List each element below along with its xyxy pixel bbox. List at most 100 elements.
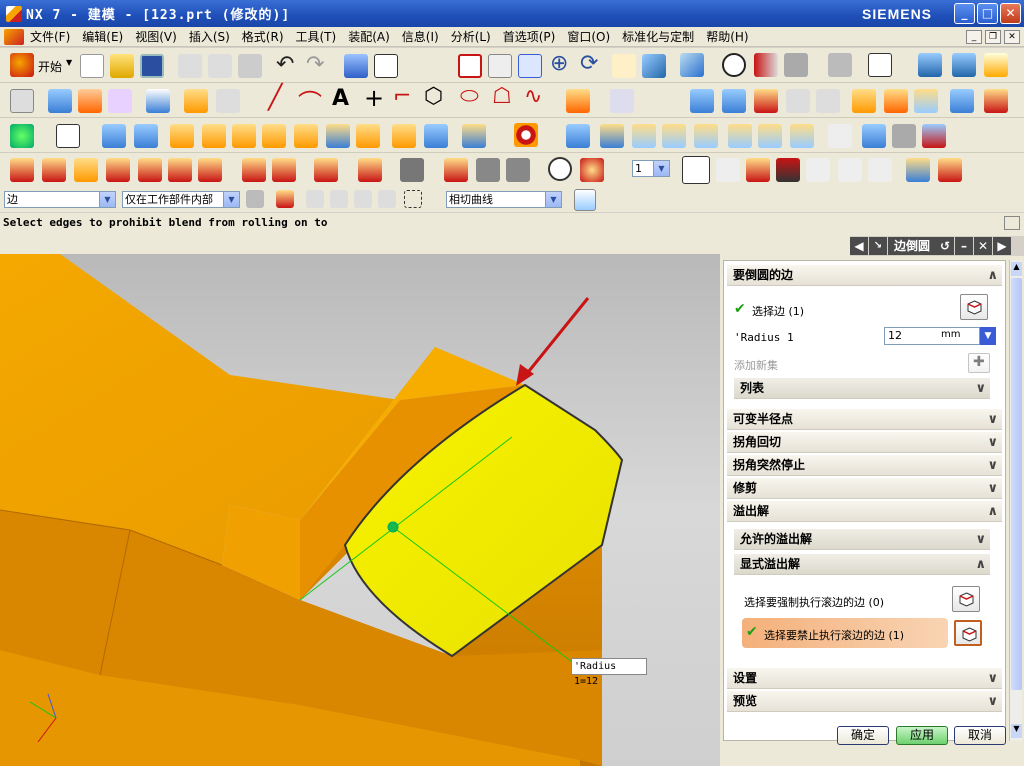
helix-icon[interactable] [566,89,590,113]
doc-close-button[interactable]: ✕ [1004,30,1020,44]
new-component-icon[interactable] [42,158,66,182]
instance-icon[interactable] [462,124,486,148]
subtract-icon[interactable] [272,158,296,182]
dialog-scrollbar[interactable]: ▲ ▼ [1009,260,1022,741]
ruler-icon[interactable] [906,158,930,182]
midpoint-icon[interactable] [330,190,348,208]
cone-icon[interactable] [138,158,162,182]
select-filter-icon[interactable] [868,158,892,182]
explicit-overflow-subsection[interactable]: 显式溢出解 ∧ [734,554,990,575]
doc-restore-button[interactable]: ❐ [985,30,1001,44]
stop-at-intersection-icon[interactable] [574,189,596,211]
prohibit-roll-select-button[interactable] [954,620,982,646]
pattern-icon[interactable] [216,89,240,113]
wave-icon[interactable] [922,124,946,148]
add-component-icon[interactable] [10,158,34,182]
unite-icon[interactable] [242,158,266,182]
resize-blend-icon[interactable] [728,124,752,148]
section-preview[interactable]: 预览 ∨ [727,691,1002,712]
rotate-icon[interactable]: ⟳ [580,51,598,76]
point-snap-icon[interactable] [276,190,294,208]
text-icon[interactable]: A [332,86,349,111]
intersect-icon[interactable] [314,158,338,182]
wcs-dynamic-icon[interactable] [776,158,800,182]
section-corner-setback[interactable]: 拐角回切 ∨ [727,432,1002,453]
start-dropdown-icon[interactable]: ▼ [66,58,72,67]
undo-icon[interactable]: ↶ [276,52,294,77]
dash-icon[interactable]: – [955,237,974,255]
law-curve-icon[interactable] [610,89,634,113]
extrude-icon[interactable] [102,124,126,148]
reset-icon[interactable]: ↺ [936,237,955,255]
replace-face-icon[interactable] [694,124,718,148]
chevron-up-icon[interactable]: ∧ [987,265,998,286]
minimize-button[interactable]: _ [954,3,975,24]
menu-standardize[interactable]: 标准化与定制 [616,28,700,45]
assemble-icon[interactable] [892,124,916,148]
chevron-down-icon[interactable]: ∨ [987,691,998,712]
redo-icon[interactable]: ↷ [306,52,324,77]
menu-file[interactable]: 文件(F) [24,28,76,45]
sketch-plane-icon[interactable] [56,124,80,148]
offset-icon[interactable] [184,89,208,113]
offset-face-icon[interactable] [950,89,974,113]
background-icon[interactable] [828,53,852,77]
save-icon[interactable] [140,54,164,78]
thicken-icon[interactable] [914,89,938,113]
point-icon[interactable]: + [364,84,384,112]
constraint-icon[interactable] [790,124,814,148]
doc-minimize-button[interactable]: _ [966,30,982,44]
revolve-icon[interactable] [134,124,158,148]
scroll-down-icon[interactable]: ▼ [1011,724,1022,738]
curve-icon[interactable] [108,89,132,113]
menu-tools[interactable]: 工具(T) [290,28,343,45]
magnify-icon[interactable]: ⊕ [550,51,568,76]
graphics-window[interactable] [0,254,720,766]
fillet-curve-icon[interactable]: ⌐ [393,84,411,109]
pan-icon[interactable] [612,54,636,78]
clock-icon[interactable] [548,157,572,181]
apply-button[interactable]: 应用 [896,726,948,745]
chevron-up-icon[interactable]: ∧ [987,501,998,522]
wcs-origin-icon[interactable] [716,158,740,182]
start-icon[interactable] [10,53,34,77]
sphere-icon[interactable] [168,158,192,182]
type-filter-select[interactable]: 边 ▼ [4,191,116,208]
edge-blend-icon[interactable] [232,124,256,148]
patch-icon[interactable] [884,89,908,113]
sew-icon[interactable] [852,89,876,113]
delete-face-icon[interactable] [758,124,782,148]
render-style-icon[interactable] [722,53,746,77]
chevron-down-icon[interactable]: ∨ [987,432,998,453]
surface-icon[interactable] [146,89,170,113]
export-icon[interactable] [952,53,976,77]
mirror-assembly-icon[interactable] [74,158,98,182]
section-overflow[interactable]: 溢出解 ∧ [727,501,1002,522]
cancel-button[interactable]: 取消 [954,726,1006,745]
section-trim[interactable]: 修剪 ∨ [727,478,1002,499]
zoom-window-icon[interactable] [488,54,512,78]
move-face-icon[interactable] [600,124,624,148]
ellipse-icon[interactable]: ⬭ [460,84,479,109]
cylinder-icon[interactable] [106,158,130,182]
arc-icon[interactable]: ⌒ [298,83,322,118]
copy-icon[interactable] [208,54,232,78]
split-body-icon[interactable] [358,158,382,182]
sparkle-icon[interactable] [984,53,1008,77]
chevron-up-icon[interactable]: ∧ [975,554,986,575]
sketch-icon[interactable] [10,89,34,113]
polygon-icon[interactable]: ⬡ [424,84,443,109]
perspective-icon[interactable] [642,54,666,78]
chevron-down-icon[interactable]: ∨ [987,478,998,499]
paste-icon[interactable] [238,54,262,78]
collapse-right-icon[interactable]: ▶ [993,237,1012,255]
app-menu-icon[interactable] [4,28,24,45]
scope-select[interactable]: 仅在工作部件内部 ▼ [122,191,240,208]
datum-plane-icon[interactable] [48,89,72,113]
tube-icon[interactable] [198,158,222,182]
swept-icon[interactable] [754,89,778,113]
hole-icon[interactable] [202,124,226,148]
chevron-down-icon[interactable]: ∨ [987,455,998,476]
feature-icon[interactable] [10,124,34,148]
face-analysis-icon[interactable] [784,53,808,77]
